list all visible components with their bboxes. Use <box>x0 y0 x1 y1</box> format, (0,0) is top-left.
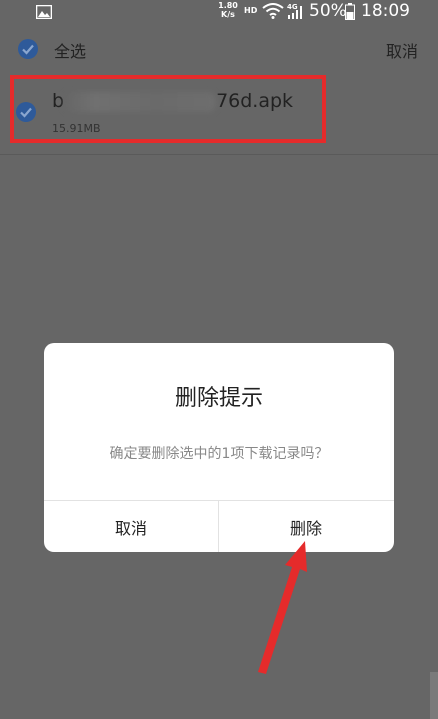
clock: 18:09 <box>361 1 410 21</box>
dialog-title: 删除提示 <box>174 386 263 411</box>
signal-icon: 4G <box>285 2 305 25</box>
image-icon <box>35 4 53 24</box>
status-bar: 1.80 K/s HD 4G 50% 18:09 <box>0 0 438 24</box>
dialog-cancel-button[interactable]: 取消 <box>44 501 218 552</box>
selection-toolbar: 全选 取消 <box>0 30 438 70</box>
red-highlight-annotation <box>10 75 326 143</box>
speed-value: 1.80 <box>218 1 238 10</box>
scroll-edge <box>430 672 438 719</box>
checkmark-icon <box>22 44 34 55</box>
cancel-selection-button[interactable]: 取消 <box>386 38 418 62</box>
select-all-checkbox[interactable] <box>18 39 38 59</box>
delete-confirm-dialog: 删除提示 确定要删除选中的1项下载记录吗？ 取消 删除 <box>44 343 394 552</box>
dialog-message: 确定要删除选中的1项下载记录吗？ <box>109 446 329 462</box>
dialog-delete-button[interactable]: 删除 <box>219 501 393 552</box>
network-speed: 1.80 K/s <box>216 1 240 19</box>
battery-percent: 50% <box>309 1 347 21</box>
battery-icon <box>345 3 355 25</box>
select-all-label[interactable]: 全选 <box>54 38 86 62</box>
hd-indicator: HD <box>244 6 258 15</box>
network-type: 4G <box>287 3 298 11</box>
speed-unit: K/s <box>221 10 235 19</box>
wifi-icon <box>262 3 284 24</box>
